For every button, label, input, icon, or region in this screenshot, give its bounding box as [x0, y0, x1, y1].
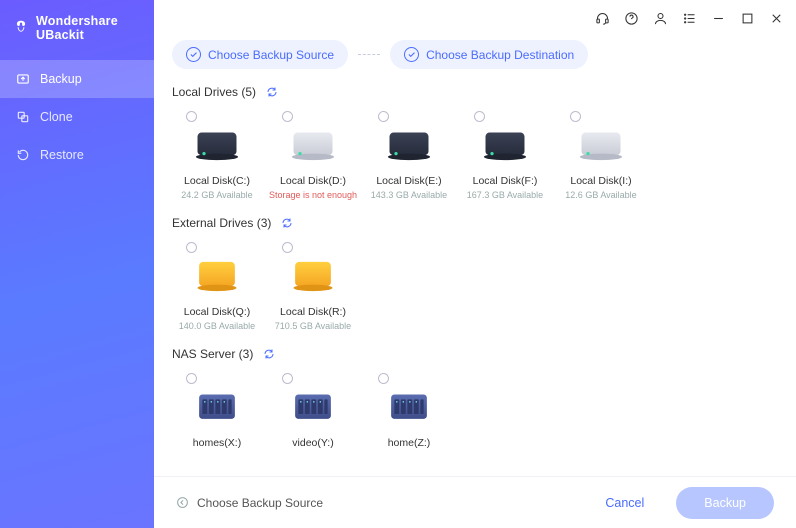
app-title: Wondershare UBackit	[36, 14, 140, 42]
drive-icon	[287, 385, 339, 429]
clone-icon	[16, 110, 30, 124]
sidebar-item-backup[interactable]: Backup	[0, 60, 154, 98]
drive-card[interactable]: Local Disk(D:) Storage is not enough	[268, 105, 358, 210]
step-source[interactable]: Choose Backup Source	[172, 40, 348, 69]
radio-icon[interactable]	[282, 242, 293, 253]
radio-icon[interactable]	[186, 242, 197, 253]
drive-card[interactable]: homes(X:)	[172, 367, 262, 459]
footer-hint-text: Choose Backup Source	[197, 496, 323, 510]
refresh-icon[interactable]	[263, 348, 275, 360]
step-label: Choose Backup Source	[208, 48, 334, 62]
drive-label: Local Disk(R:)	[280, 306, 346, 318]
cancel-button[interactable]: Cancel	[591, 488, 658, 518]
minimize-icon[interactable]	[711, 11, 726, 26]
radio-icon[interactable]	[378, 111, 389, 122]
sidebar-item-clone[interactable]: Clone	[0, 98, 154, 136]
app-logo-icon	[14, 19, 28, 37]
radio-icon[interactable]	[186, 373, 197, 384]
chevron-left-icon	[176, 496, 189, 509]
footer-actions: Cancel Backup	[591, 487, 774, 519]
headset-icon[interactable]	[595, 11, 610, 26]
drive-label: home(Z:)	[388, 437, 431, 449]
section-header-local: Local Drives (5)	[172, 85, 778, 99]
footer: Choose Backup Source Cancel Backup	[154, 476, 796, 528]
drive-label: Local Disk(D:)	[280, 175, 346, 187]
sidebar-item-restore[interactable]: Restore	[0, 136, 154, 174]
drive-label: Local Disk(I:)	[570, 175, 631, 187]
drive-subtext: 24.2 GB Available	[181, 190, 252, 200]
restore-icon	[16, 148, 30, 162]
drive-grid-nas: homes(X:) video(Y:) home(Z:)	[172, 367, 778, 459]
drive-label: Local Disk(C:)	[184, 175, 250, 187]
drive-label: homes(X:)	[193, 437, 241, 449]
drive-icon	[383, 123, 435, 167]
radio-icon[interactable]	[378, 373, 389, 384]
topbar	[154, 0, 796, 36]
backup-button[interactable]: Backup	[676, 487, 774, 519]
drive-card[interactable]: Local Disk(I:) 12.6 GB Available	[556, 105, 646, 210]
drive-icon	[383, 385, 435, 429]
help-icon[interactable]	[624, 11, 639, 26]
drive-icon	[287, 254, 339, 298]
section-title: NAS Server (3)	[172, 347, 253, 361]
radio-icon[interactable]	[282, 373, 293, 384]
drive-label: Local Disk(E:)	[376, 175, 441, 187]
section-title: Local Drives (5)	[172, 85, 256, 99]
drive-card[interactable]: Local Disk(F:) 167.3 GB Available	[460, 105, 550, 210]
close-icon[interactable]	[769, 11, 784, 26]
radio-icon[interactable]	[186, 111, 197, 122]
drive-subtext: 710.5 GB Available	[275, 321, 351, 331]
drive-label: Local Disk(F:)	[473, 175, 538, 187]
sidebar-item-label: Backup	[40, 72, 82, 86]
drive-card[interactable]: video(Y:)	[268, 367, 358, 459]
step-label: Choose Backup Destination	[426, 48, 574, 62]
step-bar: Choose Backup Source Choose Backup Desti…	[154, 36, 796, 77]
drive-label: video(Y:)	[292, 437, 333, 449]
drive-subtext: 167.3 GB Available	[467, 190, 543, 200]
drive-icon	[575, 123, 627, 167]
section-title: External Drives (3)	[172, 216, 271, 230]
section-header-external: External Drives (3)	[172, 216, 778, 230]
brand: Wondershare UBackit	[0, 0, 154, 60]
check-icon	[186, 47, 201, 62]
drive-icon	[191, 254, 243, 298]
drive-icon	[191, 385, 243, 429]
drive-icon	[287, 123, 339, 167]
section-header-nas: NAS Server (3)	[172, 347, 778, 361]
drive-label: Local Disk(Q:)	[184, 306, 251, 318]
step-separator	[358, 54, 380, 55]
sidebar: Wondershare UBackit Backup Clone Restore	[0, 0, 154, 528]
main: Choose Backup Source Choose Backup Desti…	[154, 0, 796, 528]
check-icon	[404, 47, 419, 62]
sidebar-item-label: Restore	[40, 148, 84, 162]
refresh-icon[interactable]	[266, 86, 278, 98]
drive-subtext: Storage is not enough	[269, 190, 357, 200]
radio-icon[interactable]	[282, 111, 293, 122]
maximize-icon[interactable]	[740, 11, 755, 26]
radio-icon[interactable]	[570, 111, 581, 122]
sidebar-item-label: Clone	[40, 110, 73, 124]
refresh-icon[interactable]	[281, 217, 293, 229]
menu-list-icon[interactable]	[682, 11, 697, 26]
step-destination[interactable]: Choose Backup Destination	[390, 40, 588, 69]
drive-icon	[479, 123, 531, 167]
drive-subtext: 140.0 GB Available	[179, 321, 255, 331]
drive-card[interactable]: Local Disk(Q:) 140.0 GB Available	[172, 236, 262, 341]
drive-subtext: 12.6 GB Available	[565, 190, 636, 200]
drive-card[interactable]: Local Disk(C:) 24.2 GB Available	[172, 105, 262, 210]
content-scroll[interactable]: Local Drives (5) Local Disk(C:) 24.2 GB A…	[154, 77, 796, 528]
drive-grid-external: Local Disk(Q:)140.0 GB AvailableLocal Di…	[172, 236, 778, 341]
backup-icon	[16, 72, 30, 86]
user-icon[interactable]	[653, 11, 668, 26]
footer-hint: Choose Backup Source	[176, 496, 323, 510]
drive-card[interactable]: Local Disk(E:) 143.3 GB Available	[364, 105, 454, 210]
drive-grid-local: Local Disk(C:)24.2 GB AvailableLocal Dis…	[172, 105, 778, 210]
drive-card[interactable]: home(Z:)	[364, 367, 454, 459]
drive-card[interactable]: Local Disk(R:) 710.5 GB Available	[268, 236, 358, 341]
drive-icon	[191, 123, 243, 167]
drive-subtext: 143.3 GB Available	[371, 190, 447, 200]
radio-icon[interactable]	[474, 111, 485, 122]
